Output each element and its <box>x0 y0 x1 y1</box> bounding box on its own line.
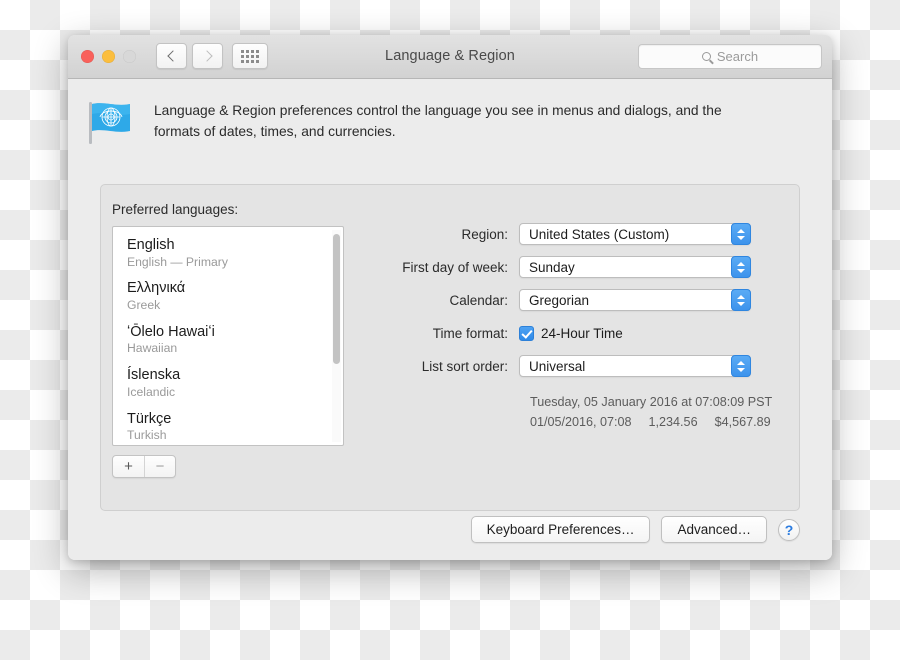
language-subtitle: Hawaiian <box>127 341 178 356</box>
language-name: English <box>127 237 175 253</box>
calendar-row: Calendar: Gregorian <box>373 289 791 311</box>
time-format-label: Time format: <box>432 325 508 341</box>
language-name: Íslenska <box>127 367 181 384</box>
language-subtitle: Icelandic <box>127 384 176 399</box>
region-row: Region: United States (Custom) <box>373 223 791 245</box>
keyboard-preferences-button[interactable]: Keyboard Preferences… <box>470 516 651 543</box>
footer-buttons: Keyboard Preferences… Advanced… ? <box>470 516 800 543</box>
sort-order-row: List sort order: Universal <box>373 355 791 377</box>
calendar-label: Calendar: <box>449 292 508 308</box>
calendar-stepper[interactable] <box>731 289 751 311</box>
chevron-down-icon <box>737 235 745 240</box>
chevron-up-icon <box>737 261 745 266</box>
chevron-up-icon <box>737 228 745 233</box>
region-select[interactable]: United States (Custom) <box>519 223 751 245</box>
chevron-down-icon <box>737 367 745 372</box>
list-item[interactable]: English English — Primary <box>113 236 343 279</box>
sort-order-label: List sort order: <box>421 358 508 374</box>
list-item[interactable]: ʻŌlelo Hawaiʻi Hawaiian <box>113 323 343 366</box>
remove-language-button[interactable]: − <box>144 456 175 477</box>
sort-order-select[interactable]: Universal <box>519 355 751 377</box>
calendar-value: Gregorian <box>529 292 590 308</box>
first-day-value: Sunday <box>529 259 575 275</box>
list-scrollbar[interactable] <box>332 230 341 442</box>
window-content: Language & Region preferences control th… <box>68 79 832 560</box>
time-format-checkbox-group[interactable]: 24-Hour Time <box>519 325 623 341</box>
region-settings-form: Region: United States (Custom) First day… <box>373 223 791 432</box>
search-field[interactable]: Search <box>638 44 822 69</box>
24-hour-time-label: 24-Hour Time <box>541 325 623 341</box>
intro-text: Language & Region preferences control th… <box>154 103 722 140</box>
language-subtitle: English — Primary <box>127 254 228 269</box>
search-icon <box>701 52 711 61</box>
preferences-panel: Preferred languages: English English — P… <box>100 184 800 511</box>
window-titlebar: Language & Region Search <box>68 35 832 79</box>
first-day-select[interactable]: Sunday <box>519 256 751 278</box>
language-name: Ελληνικά <box>127 280 186 297</box>
list-item[interactable]: Ελληνικά Greek <box>113 279 343 322</box>
region-value: United States (Custom) <box>529 226 670 242</box>
help-button[interactable]: ? <box>778 518 800 541</box>
add-language-button[interactable]: + <box>113 456 144 477</box>
chevron-up-icon <box>737 360 745 365</box>
intro-section: Language & Region preferences control th… <box>86 100 754 146</box>
time-format-row: Time format: 24-Hour Time <box>373 322 791 344</box>
chevron-down-icon <box>737 301 745 306</box>
format-preview: Tuesday, 05 January 2016 at 07:08:09 PST… <box>373 393 791 432</box>
preview-number: 1,234.56 <box>648 414 698 429</box>
system-preferences-window: Language & Region Search Language & Regi… <box>68 35 832 560</box>
preferred-languages-label: Preferred languages: <box>112 202 239 217</box>
list-item[interactable]: Türkçe Turkish <box>113 410 343 445</box>
add-remove-language-control: + − <box>112 455 176 478</box>
language-name: ʻŌlelo Hawaiʻi <box>127 323 215 340</box>
preview-short-date: 01/05/2016, 07:08 <box>530 414 632 429</box>
24-hour-time-checkbox[interactable] <box>519 325 534 341</box>
preview-long-date: Tuesday, 05 January 2016 at 07:08:09 PST <box>530 395 773 409</box>
un-flag-icon <box>89 102 130 144</box>
language-subtitle: Turkish <box>127 428 167 443</box>
language-subtitle: Greek <box>127 297 161 312</box>
scrollbar-thumb[interactable] <box>333 234 340 364</box>
search-placeholder: Search <box>716 49 759 64</box>
first-day-stepper[interactable] <box>731 256 751 278</box>
preferred-languages-list[interactable]: English English — Primary Ελληνικά Greek… <box>112 226 344 446</box>
region-label: Region: <box>461 226 508 242</box>
first-day-row: First day of week: Sunday <box>373 256 791 278</box>
list-item[interactable]: Íslenska Icelandic <box>113 366 343 409</box>
advanced-button[interactable]: Advanced… <box>661 516 767 543</box>
chevron-down-icon <box>737 268 745 273</box>
sort-order-value: Universal <box>529 358 586 374</box>
region-stepper[interactable] <box>731 223 751 245</box>
preview-samples-row: 01/05/2016, 07:08 1,234.56 $4,567.89 <box>530 413 791 433</box>
sort-order-stepper[interactable] <box>731 355 751 377</box>
language-name: Türkçe <box>127 410 172 427</box>
first-day-label: First day of week: <box>402 259 508 275</box>
chevron-up-icon <box>737 294 745 299</box>
preview-currency: $4,567.89 <box>714 414 771 429</box>
calendar-select[interactable]: Gregorian <box>519 289 751 311</box>
